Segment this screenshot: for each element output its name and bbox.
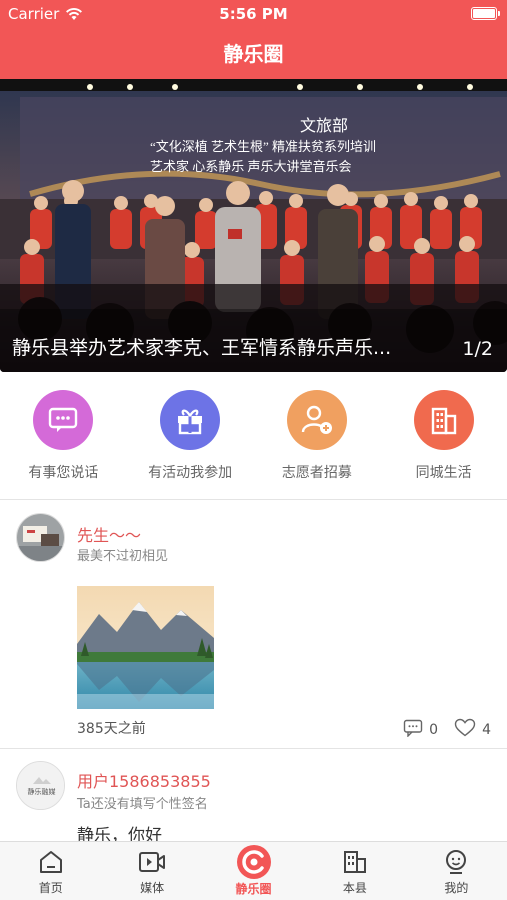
post-item[interactable]: 静乐融媒 用户1586853855 Ta还没有填写个性签名 静乐，你好 xyxy=(0,749,507,846)
menu-item-chat[interactable]: 有事您说话 xyxy=(0,380,127,490)
banner-pager: 1/2 xyxy=(462,338,493,360)
profile-icon xyxy=(442,848,470,876)
post-username[interactable]: 先生～～ xyxy=(77,522,141,546)
menu-label-chat: 有事您说话 xyxy=(28,465,99,481)
building-icon xyxy=(413,390,474,450)
post-signature: 最美不过初相见 xyxy=(77,549,169,564)
status-time: 5:56 PM xyxy=(219,5,288,23)
tab-profile[interactable]: 我的 xyxy=(406,842,507,900)
gift-icon xyxy=(160,390,221,450)
tab-media[interactable]: 媒体 xyxy=(101,842,202,900)
avatar[interactable] xyxy=(16,513,65,562)
post-item[interactable]: 先生～～ 最美不过初相见 385天之前 0 4 xyxy=(0,500,507,748)
comment-count: 0 xyxy=(429,721,439,738)
chat-icon xyxy=(33,390,94,450)
tab-circle[interactable]: 静乐圈 xyxy=(203,842,304,900)
like-count: 4 xyxy=(482,721,491,738)
tab-label: 静乐圈 xyxy=(235,882,272,896)
avatar-text: 静乐融媒 xyxy=(28,787,56,796)
tab-label: 首页 xyxy=(38,881,63,895)
volunteer-icon xyxy=(286,390,347,450)
menu-item-activity[interactable]: 有活动我参加 xyxy=(127,380,254,490)
post-time: 385天之前 xyxy=(77,721,146,737)
menu-item-volunteer[interactable]: 志愿者招募 xyxy=(254,380,381,490)
tab-label: 我的 xyxy=(444,881,469,895)
tab-label: 本县 xyxy=(342,881,367,895)
banner-image: 文旅部 “文化深植 艺术生根” 精准扶贫系列培训 艺术家 心系静乐 声乐大讲堂音… xyxy=(0,79,507,372)
avatar[interactable]: 静乐融媒 xyxy=(16,761,65,810)
banner-line1-text: “文化深植 艺术生根” 精准扶贫系列培训 xyxy=(150,139,376,154)
navigation-header: Carrier 5:56 PM 静乐圈 xyxy=(0,0,507,79)
home-icon xyxy=(37,848,65,876)
battery-icon xyxy=(471,7,500,20)
tab-label: 媒体 xyxy=(140,881,165,895)
tab-home[interactable]: 首页 xyxy=(0,842,101,900)
menu-label-activity: 有活动我参加 xyxy=(148,465,233,481)
tab-county[interactable]: 本县 xyxy=(304,842,405,900)
county-icon xyxy=(341,848,369,876)
quick-menu: 有事您说话 有活动我参加 志愿者招募 同城生活 xyxy=(0,380,507,490)
banner-carousel[interactable]: 文旅部 “文化深植 艺术生根” 精准扶贫系列培训 艺术家 心系静乐 声乐大讲堂音… xyxy=(0,79,507,372)
post-stats: 0 4 xyxy=(403,718,491,741)
comment-icon[interactable] xyxy=(403,719,423,741)
menu-item-city-life[interactable]: 同城生活 xyxy=(380,380,507,490)
circle-icon xyxy=(236,844,272,880)
post-photo[interactable] xyxy=(77,586,214,709)
menu-label-city-life: 同城生活 xyxy=(415,465,472,481)
menu-label-volunteer: 志愿者招募 xyxy=(281,465,352,481)
video-icon xyxy=(138,848,166,876)
banner-sign-text: 文旅部 xyxy=(300,117,348,135)
banner-line2-text: 艺术家 心系静乐 声乐大讲堂音乐会 xyxy=(150,159,352,174)
tab-bar: 首页 媒体 静乐圈 本县 我的 xyxy=(0,841,507,900)
post-signature: Ta还没有填写个性签名 xyxy=(77,797,208,812)
heart-icon[interactable] xyxy=(454,718,476,741)
post-username[interactable]: 用户1586853855 xyxy=(77,768,211,792)
page-title: 静乐圈 xyxy=(223,42,284,66)
status-bar: Carrier 5:56 PM xyxy=(0,0,507,28)
banner-caption: 静乐县举办艺术家李克、王军情系静乐声乐... xyxy=(12,337,392,359)
